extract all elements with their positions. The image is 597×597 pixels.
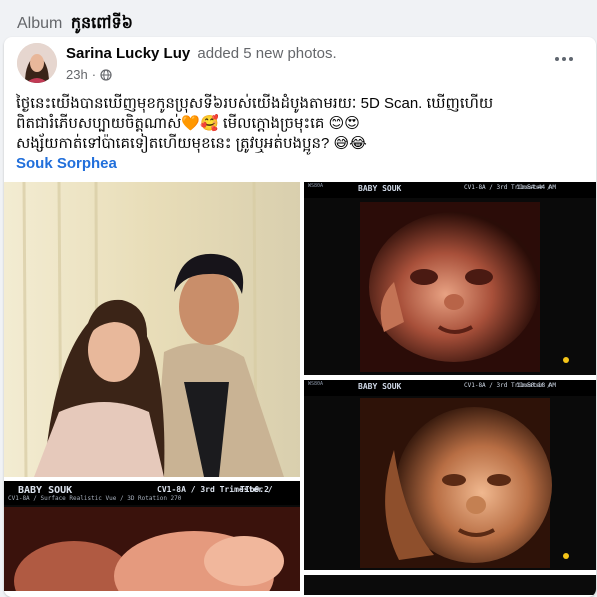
ultrasound-image xyxy=(304,182,596,375)
couple-photo-image xyxy=(4,182,300,477)
scan-header: WS80A BABY SOUK CV1-8A / 3rd Trimester /… xyxy=(304,380,596,396)
scan-header: WS80A BABY SOUK CV1-8A / 3rd Trimester /… xyxy=(304,182,596,198)
caption-line: សង្ស័យកាត់ទៅប៉ាគេទៀតហើយមុខនេះ ត្រូវឬអត់ប… xyxy=(16,135,367,152)
photo-couple[interactable] xyxy=(4,182,300,477)
album-label[interactable]: Album កូនពៅទី៦ xyxy=(17,12,133,36)
more-options-button[interactable] xyxy=(550,49,578,69)
avatar[interactable] xyxy=(17,43,57,83)
dot-icon xyxy=(562,57,566,61)
scan-patient: BABY SOUK xyxy=(358,184,402,193)
scan-patient: BABY SOUK xyxy=(358,382,402,391)
globe-icon[interactable] xyxy=(100,68,112,81)
ultrasound-image xyxy=(304,380,596,570)
separator-dot: · xyxy=(91,67,97,82)
caption-line: ថ្ងៃនេះយើងបានឃើញមុខកូនប្រុសទី៦របស់យើងដំប… xyxy=(16,95,494,112)
tagged-user-link[interactable]: Souk Sorphea xyxy=(16,155,117,172)
dot-icon xyxy=(555,57,559,61)
post-meta: 23h · xyxy=(66,67,112,82)
photo-scan-middle[interactable]: WS80A BABY SOUK CV1-8A / 3rd Trimester /… xyxy=(304,380,596,570)
photo-scan-top[interactable]: WS80A BABY SOUK CV1-8A / 3rd Trimester /… xyxy=(304,182,596,375)
post-caption: ថ្ងៃនេះយើងបានឃើញមុខកូនប្រុសទី៦របស់យើងដំប… xyxy=(16,94,586,174)
post-header: Sarina Lucky Luy added 5 new photos. xyxy=(66,45,337,62)
album-name[interactable]: កូនពៅទី៦ xyxy=(71,15,133,32)
scan-time: 11:50:18 AM xyxy=(516,382,556,389)
scan-brand: WS80A xyxy=(308,183,324,189)
scan-time: 11:54:44 AM xyxy=(516,184,556,191)
photo-scan-partial[interactable] xyxy=(304,575,596,595)
scan-mode: CV1-8A / Surface Realistic Vue / 3D Rota… xyxy=(8,495,182,502)
caption-line: ពិតជារំភើបសប្បាយចិត្តណាស់🧡🥰 មើលក្ដោងច្រម… xyxy=(16,115,360,132)
post-card: Sarina Lucky Luy added 5 new photos. 23h… xyxy=(4,37,596,597)
scan-brand: WS80A xyxy=(308,381,324,387)
album-prefix: Album xyxy=(17,15,63,32)
post-action: added 5 new photos. xyxy=(197,45,337,62)
dot-icon xyxy=(569,57,573,61)
photo-scan-bottom[interactable]: BABY SOUK CV1-8A / 3rd Trimester / TIb0.… xyxy=(4,481,300,591)
avatar-image xyxy=(17,43,57,83)
post-timestamp[interactable]: 23h xyxy=(66,67,88,82)
author-name[interactable]: Sarina Lucky Luy xyxy=(66,45,190,62)
album-bar: Album កូនពៅទី៦ xyxy=(0,0,597,40)
scan-header: BABY SOUK CV1-8A / 3rd Trimester / TIb0.… xyxy=(4,481,300,505)
scan-tib: TIb0.2 xyxy=(240,485,269,494)
